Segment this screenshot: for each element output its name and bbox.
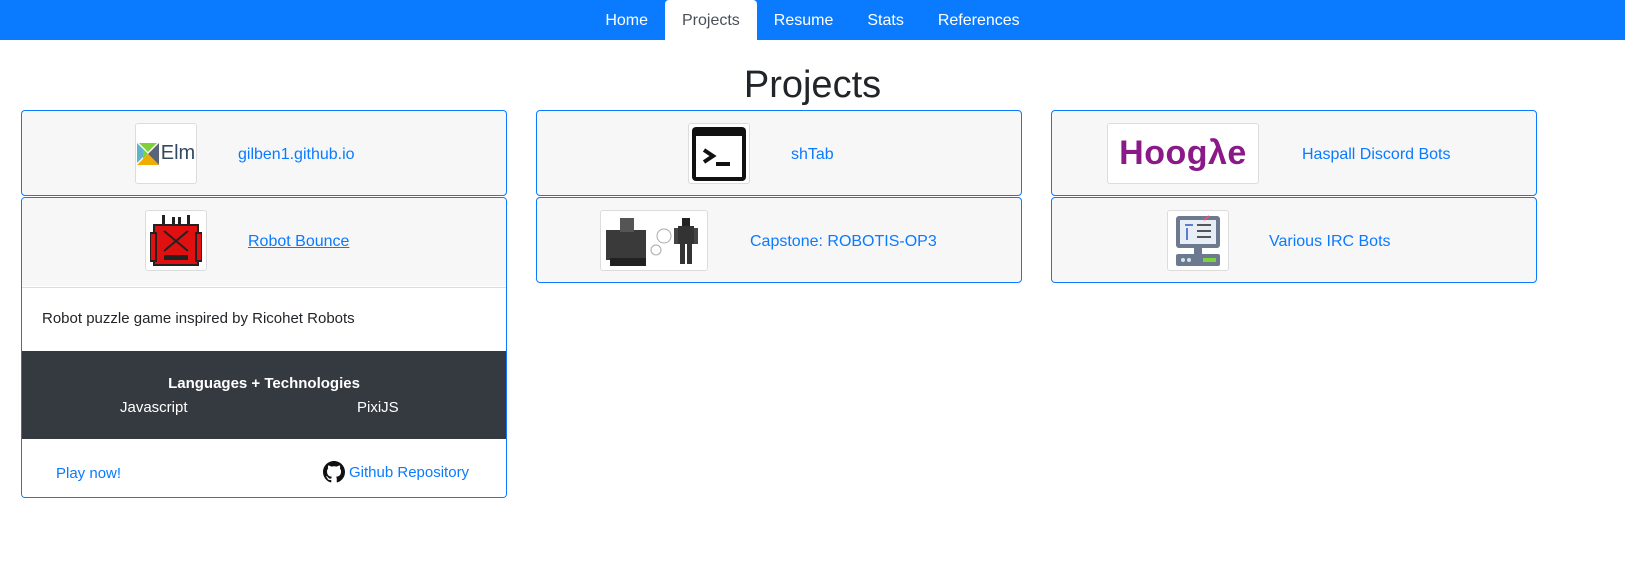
nav-home[interactable]: Home xyxy=(588,0,665,40)
project-description-section: Robot puzzle game inspired by Ricohet Ro… xyxy=(22,287,506,351)
elm-logo-icon: Elm xyxy=(135,123,197,184)
tech-item-pixijs: PixiJS xyxy=(357,399,399,416)
nav-references[interactable]: References xyxy=(921,0,1037,40)
project-card-header[interactable]: Various IRC Bots xyxy=(1052,198,1536,282)
nav-stats[interactable]: Stats xyxy=(850,0,920,40)
hoogle-logo-icon: Hoogλe xyxy=(1107,123,1259,184)
robots-photo-svg xyxy=(602,211,706,270)
play-now-label: Play now! xyxy=(56,465,122,482)
elm-tangram-icon xyxy=(136,142,159,165)
project-title-link[interactable]: Capstone: ROBOTIS-OP3 xyxy=(750,232,937,252)
github-icon xyxy=(323,461,345,483)
project-card-shtab: shTab xyxy=(536,110,1022,196)
tech-section: Languages + Technologies Javascript Pixi… xyxy=(22,351,506,439)
github-repository-link[interactable]: Github Repository xyxy=(323,461,469,483)
navbar: Home Projects Resume Stats References xyxy=(0,0,1625,40)
robot-svg xyxy=(150,214,202,266)
tech-heading: Languages + Technologies xyxy=(168,375,360,392)
project-card-haspall: Hoogλe Haspall Discord Bots xyxy=(1051,110,1537,196)
project-card-capstone: Capstone: ROBOTIS-OP3 xyxy=(536,197,1022,283)
robots-photo-icon xyxy=(600,210,708,271)
hoogle-logo-text: Hoogλe xyxy=(1119,134,1247,172)
project-title-link[interactable]: gilben1.github.io xyxy=(238,145,355,165)
project-card-header[interactable]: shTab xyxy=(537,111,1021,195)
project-card-header[interactable]: Robot Bounce xyxy=(22,198,506,286)
project-card-header[interactable]: Elm gilben1.github.io xyxy=(22,111,506,195)
server-svg xyxy=(1176,214,1220,266)
server-icon xyxy=(1167,210,1229,271)
page-title: Projects xyxy=(743,64,882,106)
nav-projects[interactable]: Projects xyxy=(665,0,757,40)
project-card-header[interactable]: Hoogλe Haspall Discord Bots xyxy=(1052,111,1536,195)
play-now-link[interactable]: Play now! xyxy=(56,465,121,482)
github-repository-label: Github Repository xyxy=(349,463,470,481)
project-title-link[interactable]: Various IRC Bots xyxy=(1269,232,1391,252)
project-title-link[interactable]: Haspall Discord Bots xyxy=(1302,145,1451,165)
project-card-irc-bots: Various IRC Bots xyxy=(1051,197,1537,283)
tech-item-javascript: Javascript xyxy=(120,399,188,416)
nav-resume[interactable]: Resume xyxy=(757,0,851,40)
project-card-header[interactable]: Capstone: ROBOTIS-OP3 xyxy=(537,198,1021,282)
project-card-gilben1: Elm gilben1.github.io xyxy=(21,110,507,196)
terminal-icon xyxy=(688,123,750,184)
elm-logo-text: Elm xyxy=(160,142,196,164)
project-card-robot-bounce: Robot Bounce Robot puzzle game inspired … xyxy=(21,197,507,498)
project-title-link[interactable]: Robot Bounce xyxy=(248,232,349,252)
terminal-svg xyxy=(692,126,746,181)
project-card-footer: Play now! Github Repository xyxy=(22,439,506,497)
nav-list: Home Projects Resume Stats References xyxy=(0,0,1625,40)
project-title-link[interactable]: shTab xyxy=(791,145,834,165)
project-description: Robot puzzle game inspired by Ricohet Ro… xyxy=(42,310,355,327)
red-robot-icon xyxy=(145,210,207,271)
